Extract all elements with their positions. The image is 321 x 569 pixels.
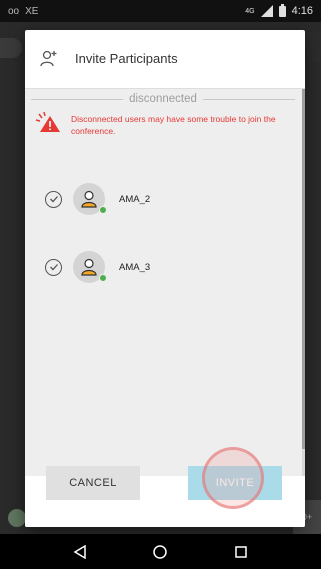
participant-name: AMA_3 (119, 261, 151, 273)
warning-triangle-icon (35, 111, 60, 132)
checkbox[interactable] (45, 190, 62, 208)
cancel-button[interactable]: CANCEL (46, 466, 140, 500)
status-left: ᴏᴏ XE (8, 6, 38, 17)
status-bar: ᴏᴏ XE 4G 4:16 (0, 0, 321, 22)
back-button[interactable] (68, 540, 92, 564)
home-circle-icon (153, 544, 168, 559)
invite-participants-dialog: Invite Participants disconnected Disconn… (25, 30, 305, 527)
check-icon (49, 264, 58, 271)
back-arrow-hint (0, 38, 22, 58)
status-right: 4G 4:16 (245, 3, 313, 17)
section-header: disconnected (25, 89, 301, 109)
back-triangle-icon (73, 544, 86, 559)
chat-bubble-icon (8, 509, 26, 527)
participant-row[interactable]: AMA_2 (25, 179, 301, 219)
recents-square-icon (235, 545, 247, 558)
dialog-footer: CANCEL INVITE (25, 447, 305, 527)
voicemail-icon: ᴏᴏ (8, 5, 20, 17)
app-edge-hint (307, 32, 321, 62)
scrollbar[interactable] (302, 89, 305, 476)
participants-list[interactable]: disconnected Disconnected users may have… (25, 88, 305, 476)
divider (31, 98, 124, 100)
status-left-text: XE (25, 5, 39, 17)
battery-icon (278, 3, 286, 17)
checkbox[interactable] (45, 258, 62, 276)
recents-button[interactable] (229, 540, 253, 564)
navigation-bar (0, 534, 321, 569)
warning-message: Disconnected users may have some trouble… (35, 111, 297, 137)
user-icon (81, 190, 97, 208)
invite-button[interactable]: INVITE (188, 466, 282, 500)
clock: 4:16 (291, 5, 313, 17)
divider (202, 98, 295, 100)
signal-icon (260, 5, 273, 17)
warning-text: Disconnected users may have some trouble… (71, 114, 276, 136)
participant-row[interactable]: AMA_3 (25, 247, 301, 287)
participant-name: AMA_2 (119, 193, 151, 205)
presence-online-dot (99, 206, 107, 214)
home-button[interactable] (148, 540, 172, 564)
presence-online-dot (99, 274, 107, 282)
check-icon (49, 196, 58, 203)
section-title: disconnected (129, 93, 197, 105)
dialog-title: Invite Participants (75, 50, 178, 66)
network-label: 4G (245, 7, 255, 15)
add-person-icon (40, 50, 57, 67)
dialog-header: Invite Participants (25, 30, 305, 86)
scrollbar-thumb[interactable] (302, 89, 305, 449)
user-icon (81, 258, 97, 276)
